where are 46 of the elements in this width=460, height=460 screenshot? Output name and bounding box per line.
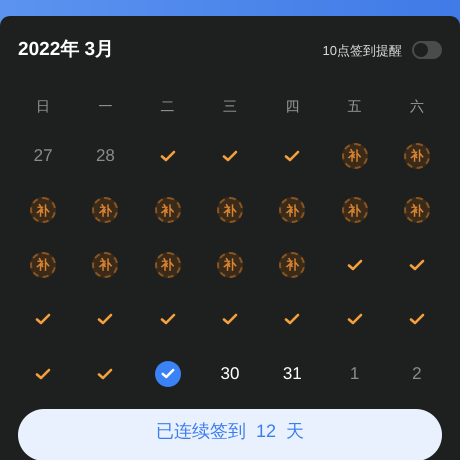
makeup-sign-button[interactable]: 补 xyxy=(342,142,368,169)
weekday-label: 四 xyxy=(285,97,300,116)
reminder-toggle[interactable] xyxy=(412,41,442,60)
makeup-sign-button[interactable]: 补 xyxy=(92,252,118,278)
check-icon xyxy=(97,313,114,326)
makeup-sign-button[interactable]: 补 xyxy=(30,252,56,278)
today-check-icon[interactable] xyxy=(154,360,181,387)
check-icon xyxy=(97,368,114,380)
check-icon xyxy=(222,150,238,162)
month-title: 2022年 3月 xyxy=(18,38,114,62)
makeup-sign-button[interactable]: 补 xyxy=(30,197,56,224)
check-icon xyxy=(408,313,425,326)
weekday-label: 一 xyxy=(98,97,112,116)
makeup-sign-button[interactable]: 补 xyxy=(342,197,368,224)
weekday-label: 日 xyxy=(36,97,50,116)
streak-button[interactable]: 已连续签到 12 天 xyxy=(18,409,442,460)
weekday-label: 三 xyxy=(222,97,237,116)
makeup-sign-button[interactable]: 补 xyxy=(279,197,306,224)
day-number[interactable]: 31 xyxy=(282,361,302,386)
check-icon xyxy=(35,313,52,326)
reminder-label: 10点签到提醒 xyxy=(322,42,402,60)
check-icon xyxy=(284,150,300,162)
day-number[interactable]: 28 xyxy=(96,143,115,168)
day-number[interactable]: 2 xyxy=(412,361,422,386)
makeup-sign-button[interactable]: 补 xyxy=(154,252,181,278)
makeup-sign-button[interactable]: 补 xyxy=(216,197,243,224)
check-icon xyxy=(160,150,176,162)
makeup-sign-button[interactable]: 补 xyxy=(216,252,243,278)
makeup-sign-button[interactable]: 补 xyxy=(404,197,430,224)
weekday-label: 五 xyxy=(348,97,362,116)
day-number[interactable]: 1 xyxy=(350,361,360,386)
day-number[interactable]: 27 xyxy=(34,143,53,168)
check-icon xyxy=(346,313,363,326)
check-icon xyxy=(408,258,425,271)
check-icon xyxy=(35,368,52,380)
makeup-sign-button[interactable]: 补 xyxy=(279,252,306,278)
makeup-sign-button[interactable]: 补 xyxy=(154,197,181,224)
makeup-sign-button[interactable]: 补 xyxy=(404,142,430,169)
weekday-label: 二 xyxy=(160,97,175,116)
weekday-label: 六 xyxy=(410,97,424,116)
day-number[interactable]: 30 xyxy=(220,361,240,386)
check-icon xyxy=(284,313,300,326)
check-icon xyxy=(160,313,176,326)
makeup-sign-button[interactable]: 补 xyxy=(92,197,118,224)
check-icon xyxy=(346,258,363,271)
check-icon xyxy=(222,313,238,326)
